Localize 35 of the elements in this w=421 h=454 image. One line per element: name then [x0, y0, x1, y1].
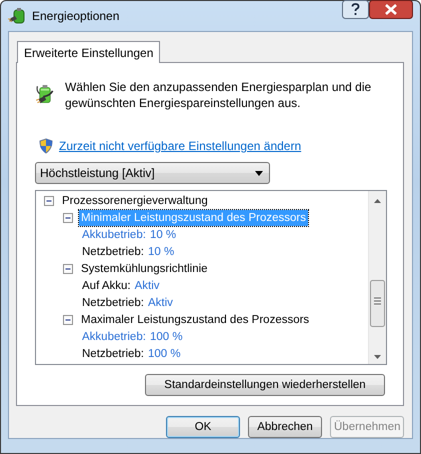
shield-icon	[39, 138, 53, 154]
setting-value[interactable]: 10 %	[150, 228, 176, 240]
setting-value[interactable]: Aktiv	[148, 296, 173, 308]
dialog-button[interactable]: OK	[166, 416, 240, 438]
setting-label[interactable]: Akkubetrieb:	[82, 228, 146, 240]
setting-value[interactable]: 100 %	[150, 330, 183, 342]
help-button[interactable]	[342, 0, 369, 19]
tree-item[interactable]: Systemkühlungsrichtlinie	[79, 260, 210, 276]
setting-label[interactable]: Akkubetrieb:	[82, 330, 146, 342]
tree-item[interactable]: Maximaler Leistungszustand des Prozessors	[79, 312, 312, 328]
tab[interactable]: Erweiterte Einstellungen	[17, 41, 160, 63]
setting-label: Netzbetrieb:	[82, 246, 144, 258]
setting-label: Netzbetrieb:	[82, 348, 144, 360]
setting-label: Auf Akku:	[82, 280, 131, 292]
collapse-icon[interactable]	[63, 264, 73, 274]
collapse-icon[interactable]	[63, 314, 73, 324]
setting-value[interactable]: Aktiv	[134, 280, 160, 292]
setting-value[interactable]: 10 %	[148, 246, 174, 258]
setting-label: Netzbetrieb:	[82, 296, 144, 308]
setting-value[interactable]: 100 %	[148, 348, 181, 360]
change-settings-link[interactable]: Zurzeit nicht verfügbare Einstellungen ändern	[59, 139, 302, 153]
close-button[interactable]	[369, 0, 413, 19]
dropdown-arrow-icon	[255, 170, 263, 176]
restore-defaults-button[interactable]: Standardeinstellungen wiederherstellen	[145, 374, 385, 396]
collapse-icon[interactable]	[63, 212, 73, 222]
window-title: Energieoptionen	[32, 9, 120, 23]
dropdown-value: Höchstleistung [Aktiv]	[40, 166, 155, 180]
tree-item[interactable]: Prozessorenergieverwaltung	[60, 192, 210, 208]
scrollbar[interactable]	[368, 191, 386, 364]
collapse-icon[interactable]	[44, 196, 54, 206]
power-plan-icon	[8, 7, 26, 25]
dialog-button[interactable]: Abbrechen	[248, 416, 322, 438]
tree-item[interactable]: Minimaler Leistungszustand des Prozessors	[79, 210, 308, 226]
instruction-text: Wählen Sie den anzupassenden Energiesparplan und die gewünschten Energiespareinstellungen aus.	[64, 79, 372, 111]
plan-dropdown[interactable]: Höchstleistung [Aktiv]	[35, 162, 270, 184]
